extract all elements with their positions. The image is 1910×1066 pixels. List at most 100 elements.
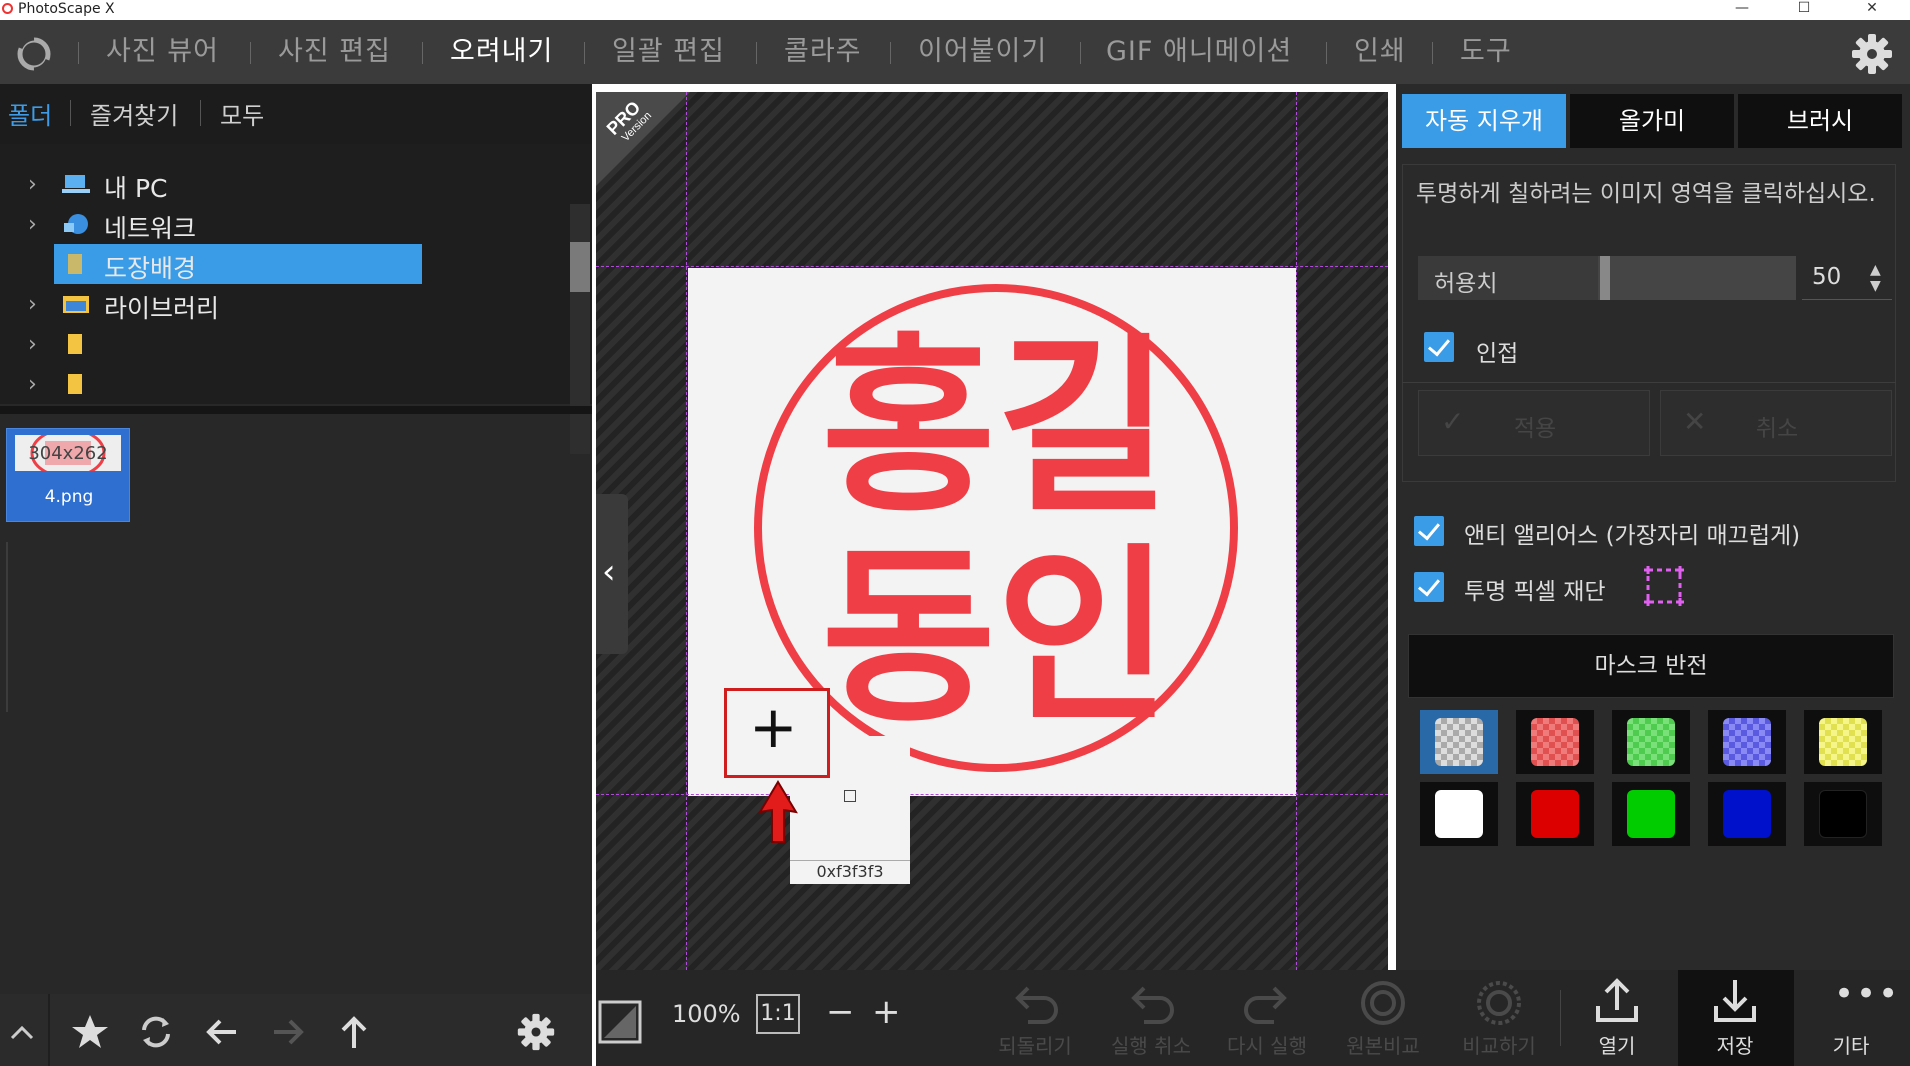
tab-all[interactable]: 모두 — [220, 96, 264, 131]
stamp-text-line1: 홍길 — [821, 317, 1171, 538]
menu-collage[interactable]: 콜라주 — [784, 32, 862, 72]
tree-item-libraries[interactable]: › 라이브러리 — [0, 284, 560, 324]
forward-arrow-icon[interactable] — [268, 1012, 308, 1052]
compare-icon[interactable] — [1474, 978, 1524, 1028]
crosshair-plus-icon: + — [749, 693, 798, 761]
menu-photo-viewer[interactable]: 사진 뷰어 — [106, 32, 219, 72]
chevron-left-icon: ‹ — [602, 552, 616, 592]
swatch-white[interactable] — [1420, 782, 1498, 846]
tab-auto-eraser[interactable]: 자동 지우개 — [1402, 94, 1566, 148]
settings-gear-icon[interactable] — [1850, 32, 1894, 76]
swatch-red[interactable] — [1516, 782, 1594, 846]
thumbnail-item[interactable]: 304x262 4.png — [6, 428, 130, 522]
menu-batch-editor[interactable]: 일괄 편집 — [612, 32, 725, 72]
swatch-blue-check[interactable] — [1708, 710, 1786, 774]
tolerance-slider-handle[interactable] — [1600, 256, 1610, 300]
tree-item-folder[interactable]: › — [0, 364, 560, 404]
color-sample-square — [844, 790, 856, 802]
tolerance-value[interactable]: 50 — [1812, 264, 1841, 290]
fit-screen-icon[interactable] — [598, 1000, 642, 1044]
folder-icon — [68, 374, 82, 394]
close-button[interactable]: ✕ — [1844, 0, 1900, 20]
swatch-blue[interactable] — [1708, 782, 1786, 846]
guide-line — [596, 266, 1388, 267]
swatch-red-check[interactable] — [1516, 710, 1594, 774]
trim-transparent-label: 투명 픽셀 재단 — [1464, 579, 1606, 605]
zoom-level: 100% — [672, 1000, 741, 1028]
collapse-panel-button[interactable]: ‹ — [596, 494, 628, 654]
tab-favorites[interactable]: 즐겨찾기 — [90, 96, 178, 131]
minimize-button[interactable]: — — [1714, 0, 1770, 20]
tree-scrollbar-thumb[interactable] — [570, 242, 590, 292]
tolerance-label: 허용치 — [1434, 271, 1498, 297]
undo-label: 실행 취소 — [1111, 1034, 1191, 1058]
image-canvas[interactable]: PRO Version 홍길 동인 ‹ 0xf3f3f3 + — [596, 92, 1388, 970]
more-dots-icon[interactable]: ••• — [1834, 974, 1900, 1014]
chevron-right-icon[interactable]: › — [28, 372, 37, 397]
menu-cut-out[interactable]: 오려내기 — [450, 32, 553, 72]
more-label[interactable]: 기타 — [1796, 1030, 1906, 1059]
library-icon — [63, 296, 89, 313]
menu-print[interactable]: 인쇄 — [1354, 32, 1406, 72]
tolerance-slider[interactable]: 허용치 — [1418, 256, 1796, 300]
spin-arrows-icon[interactable]: ▲ ▼ — [1870, 262, 1881, 294]
invert-mask-button[interactable]: 마스크 반전 — [1408, 634, 1894, 698]
zoom-in-button[interactable]: + — [872, 992, 901, 1032]
redo-icon[interactable] — [1242, 978, 1292, 1024]
swatch-black[interactable] — [1804, 782, 1882, 846]
open-upload-icon[interactable] — [1592, 976, 1642, 1026]
title-bar: PhotoScape X — ☐ ✕ — [0, 0, 1910, 20]
swatch-yellow-check[interactable] — [1804, 710, 1882, 774]
chevron-right-icon[interactable]: › — [28, 212, 37, 237]
swatch-green-check[interactable] — [1612, 710, 1690, 774]
actual-size-button[interactable]: 1:1 — [756, 994, 800, 1034]
browser-toolbar — [0, 994, 592, 1066]
open-label[interactable]: 열기 — [1562, 1030, 1672, 1059]
swatch-transparent[interactable] — [1420, 710, 1498, 774]
menu-tools[interactable]: 도구 — [1460, 32, 1512, 72]
compare-original-label: 원본비교 — [1346, 1034, 1420, 1058]
compare-original-icon[interactable] — [1358, 978, 1408, 1028]
chevron-right-icon[interactable]: › — [28, 292, 37, 317]
tab-brush[interactable]: 브러시 — [1738, 94, 1902, 148]
chevron-up-icon[interactable] — [2, 1012, 42, 1052]
star-icon[interactable] — [70, 1012, 110, 1052]
zoom-out-button[interactable]: − — [826, 992, 855, 1032]
browser-tabs: 폴더 즐겨찾기 모두 — [0, 84, 592, 144]
chevron-right-icon[interactable]: › — [28, 172, 37, 197]
swatch-green[interactable] — [1612, 782, 1690, 846]
undo-icon[interactable] — [1126, 978, 1176, 1024]
back-arrow-icon[interactable] — [202, 1012, 242, 1052]
antialias-checkbox[interactable] — [1414, 516, 1444, 546]
menu-gif-animator[interactable]: GIF 애니메이션 — [1106, 32, 1292, 72]
guide-line — [686, 92, 687, 970]
home-icon[interactable] — [14, 34, 54, 74]
eraser-cursor-highlight: + — [724, 688, 830, 778]
color-readout: 0xf3f3f3 — [790, 860, 910, 884]
browser-settings-gear-icon[interactable] — [516, 1012, 556, 1052]
up-arrow-icon[interactable] — [334, 1012, 374, 1052]
cancel-button[interactable]: ✕ 취소 — [1660, 390, 1892, 456]
maximize-button[interactable]: ☐ — [1776, 0, 1832, 20]
pc-icon — [62, 175, 90, 193]
save-download-icon[interactable] — [1710, 976, 1760, 1026]
menu-photo-editor[interactable]: 사진 편집 — [278, 32, 391, 72]
tab-folders[interactable]: 폴더 — [8, 96, 52, 131]
refresh-icon[interactable] — [136, 1012, 176, 1052]
tree-item-selected-folder[interactable]: 도장배경 — [0, 244, 560, 284]
tab-lasso[interactable]: 올가미 — [1570, 94, 1734, 148]
save-label[interactable]: 저장 — [1680, 1030, 1790, 1059]
menu-combine[interactable]: 이어붙이기 — [918, 32, 1047, 72]
tolerance-spinbox[interactable]: 50 ▲ ▼ — [1802, 256, 1892, 300]
tree-item-network[interactable]: › 네트워크 — [0, 204, 560, 244]
tree-item-folder[interactable]: › — [0, 324, 560, 364]
revert-icon[interactable] — [1010, 978, 1060, 1024]
pro-version-badge: PRO Version — [596, 92, 690, 186]
editor-bottom-toolbar: 100% 1:1 − + 되돌리기 실행 취소 다시 실행 원본비교 비교하기 … — [596, 970, 1910, 1066]
panel-splitter[interactable] — [0, 406, 592, 414]
apply-button[interactable]: ✓ 적용 — [1418, 390, 1650, 456]
adjacent-checkbox[interactable] — [1424, 332, 1454, 362]
tree-item-my-pc[interactable]: › 내 PC — [0, 164, 560, 204]
trim-transparent-checkbox[interactable] — [1414, 572, 1444, 602]
chevron-right-icon[interactable]: › — [28, 332, 37, 357]
